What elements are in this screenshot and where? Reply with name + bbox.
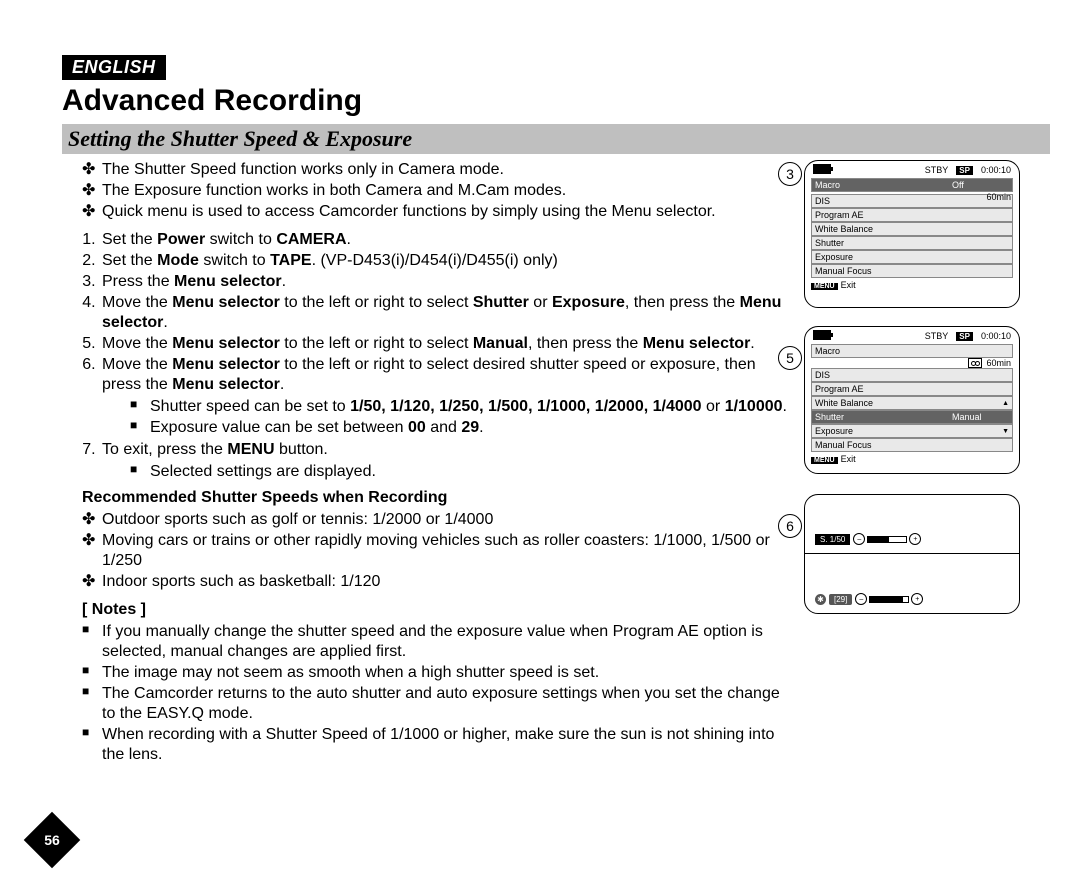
menu-item-shutter: Shutter (811, 236, 1013, 250)
remaining-time: 60min (986, 358, 1011, 368)
substep: Selected settings are displayed. (130, 462, 794, 482)
menu-button-icon: MENU (811, 283, 838, 290)
shutter-display: S. 1/50 – + (805, 495, 1019, 554)
status-sp: SP (956, 332, 973, 341)
intro-item: Quick menu is used to access Camcorder f… (82, 202, 794, 222)
callout-6: 6 (778, 514, 802, 538)
exposure-slider: – + (855, 593, 923, 605)
status-time: 0:00:10 (981, 331, 1011, 341)
remaining-time: 60min (986, 192, 1011, 202)
step: Set the Mode switch to TAPE. (VP-D453(i)… (100, 251, 794, 271)
menu-item-shutter: ShutterManual (811, 410, 1013, 424)
procedure-steps: Set the Power switch to CAMERA. Set the … (82, 230, 794, 482)
rec-item: Outdoor sports such as golf or tennis: 1… (82, 510, 794, 530)
plus-icon: + (909, 533, 921, 545)
step: Move the Menu selector to the left or ri… (100, 334, 794, 354)
note-item: If you manually change the shutter speed… (82, 622, 794, 662)
step: To exit, press the MENU button. Selected… (100, 440, 794, 482)
menu-item-program-ae: Program AE (811, 208, 1013, 222)
callout-5: 5 (778, 346, 802, 370)
intro-item: The Exposure function works in both Came… (82, 181, 794, 201)
language-tab: ENGLISH (62, 55, 166, 80)
rec-item: Indoor sports such as basketball: 1/120 (82, 572, 794, 592)
status-sp: SP (956, 166, 973, 175)
arrow-down-icon (1002, 424, 1009, 438)
exposure-icon: ✱ (815, 594, 826, 605)
shutter-slider: – + (853, 533, 921, 545)
callout-3: 3 (778, 162, 802, 186)
intro-item: The Shutter Speed function works only in… (82, 160, 794, 180)
note-item: The Camcorder returns to the auto shutte… (82, 684, 794, 724)
menu-item-dis: DIS (811, 194, 1013, 208)
minus-icon: – (855, 593, 867, 605)
menu-button-icon: MENU (811, 457, 838, 464)
menu-item-exposure: Exposure (811, 250, 1013, 264)
status-stby: STBY (925, 331, 949, 341)
note-item: The image may not seem as smooth when a … (82, 663, 794, 683)
tape-icon (968, 358, 982, 368)
illustration-column: 3 STBY SP 0:00:10 MacroOff 60min (804, 158, 1050, 767)
step: Move the Menu selector to the left or ri… (100, 355, 794, 438)
menu-item-white-balance: White Balance (811, 222, 1013, 236)
menu-item-white-balance: White Balance (811, 396, 1013, 410)
menu-item-dis: DIS (811, 368, 1013, 382)
menu-item-manual-focus: Manual Focus (811, 264, 1013, 278)
menu-item-macro: Macro (811, 344, 1013, 358)
lcd-panel-step3: STBY SP 0:00:10 MacroOff 60min DIS Progr… (804, 160, 1020, 308)
lcd-panel-step6: S. 1/50 – + ✱ [29] (804, 494, 1020, 614)
shutter-value: S. 1/50 (815, 534, 850, 545)
note-item: When recording with a Shutter Speed of 1… (82, 725, 794, 765)
section-heading: Setting the Shutter Speed & Exposure (62, 124, 1050, 154)
exit-label: Exit (841, 454, 856, 464)
menu-item-program-ae: Program AE (811, 382, 1013, 396)
lcd-panel-step5: STBY SP 0:00:10 Macro 60min DIS Program … (804, 326, 1020, 474)
status-time: 0:00:10 (981, 165, 1011, 175)
menu-item-manual-focus: Manual Focus (811, 438, 1013, 452)
exit-label: Exit (841, 280, 856, 290)
page-number-badge: 56 (32, 820, 72, 860)
step: Set the Power switch to CAMERA. (100, 230, 794, 250)
rec-item: Moving cars or trains or other rapidly m… (82, 531, 794, 571)
substep: Exposure value can be set between 00 and… (130, 418, 794, 438)
step: Press the Menu selector. (100, 272, 794, 292)
menu-item-macro: MacroOff (811, 178, 1013, 192)
battery-icon (813, 330, 831, 340)
substep: Shutter speed can be set to 1/50, 1/120,… (130, 397, 794, 417)
exposure-value: [29] (829, 594, 852, 605)
battery-icon (813, 164, 831, 174)
notes-heading: [ Notes ] (82, 600, 794, 620)
arrow-up-icon (1002, 396, 1009, 410)
body-text: The Shutter Speed function works only in… (62, 158, 794, 767)
plus-icon: + (911, 593, 923, 605)
exposure-display: ✱ [29] – + (805, 554, 1019, 613)
menu-item-exposure: Exposure (811, 424, 1013, 438)
minus-icon: – (853, 533, 865, 545)
status-stby: STBY (925, 165, 949, 175)
page-title: Advanced Recording (62, 84, 1050, 118)
recommended-heading: Recommended Shutter Speeds when Recordin… (82, 488, 794, 508)
step: Move the Menu selector to the left or ri… (100, 293, 794, 333)
